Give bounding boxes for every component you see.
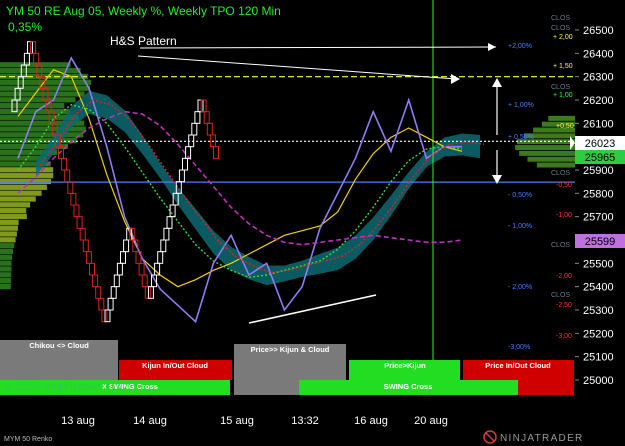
- profile-bar: [0, 173, 54, 179]
- x-tick-label: 13 aug: [61, 415, 95, 427]
- profile-bar-right: [519, 150, 575, 156]
- svg-text:CLOS: CLOS: [551, 242, 570, 249]
- svg-text:CLOS: CLOS: [551, 15, 570, 22]
- chart-title: YM 50 RE Aug 05, Weekly %, Weekly TPO 12…: [6, 4, 281, 18]
- svg-text:+ 1,50: + 1,50: [553, 63, 573, 70]
- profile-bar: [0, 254, 13, 260]
- svg-text:-3,00: -3,00: [556, 333, 572, 340]
- pct-plus-1: + 1,00%: [508, 102, 534, 109]
- signal-price-in-out-label: Price In/Out Cloud: [485, 361, 551, 370]
- svg-text:CLOS: CLOS: [551, 25, 570, 32]
- profile-bar: [0, 266, 12, 272]
- signal-price-kijun-label: Price>Kijun: [384, 361, 426, 370]
- profile-bar: [0, 208, 27, 214]
- level-price-text: 25599: [585, 236, 616, 248]
- trading-chart[interactable]: H&S Pattern +2,00% + 1,00% + 0,50% - 0,5…: [0, 0, 625, 446]
- profile-bar-right: [536, 162, 575, 168]
- profile-bar: [0, 272, 12, 278]
- hs-pattern-label: H&S Pattern: [110, 34, 177, 48]
- last-price-text: 26023: [585, 138, 616, 150]
- signal-price-kijun-cloud-label: Price>> Kijun & Cloud: [251, 345, 330, 354]
- signal-chikou-label: Chikou <> Cloud: [29, 341, 89, 350]
- profile-bar-right: [527, 156, 575, 162]
- pct-plus-05: + 0,50%: [508, 134, 534, 141]
- profile-bar: [0, 97, 76, 103]
- svg-text:-2,50: -2,50: [556, 302, 572, 309]
- change-percent: 0,35%: [8, 20, 42, 34]
- profile-bar: [0, 178, 52, 185]
- copyright-text: © 2019 NinjaTrader, LLC: [4, 381, 125, 393]
- profile-bar: [0, 237, 16, 243]
- profile-bar: [0, 243, 15, 249]
- y-tick-label: 26400: [583, 48, 614, 60]
- profile-bar: [0, 278, 12, 284]
- svg-text:+ 2,00: + 2,00: [553, 34, 573, 41]
- x-tick-label: 14 aug: [133, 415, 167, 427]
- y-tick-label: 25300: [583, 305, 614, 317]
- x-tick-label: 15 aug: [220, 415, 254, 427]
- y-tick-label: 25400: [583, 282, 614, 294]
- profile-bar: [0, 202, 31, 208]
- y-tick-label: 26500: [583, 25, 614, 37]
- svg-text:-2,00: -2,00: [556, 273, 572, 280]
- x-tick-label: 13:32: [291, 415, 319, 427]
- svg-text:+ 1,00: + 1,00: [553, 92, 573, 99]
- y-tick-label: 26100: [583, 118, 614, 130]
- profile-bar: [0, 138, 77, 144]
- profile-bar: [0, 103, 65, 109]
- y-tick-label: 25800: [583, 188, 614, 200]
- svg-text:CLOS: CLOS: [551, 84, 570, 91]
- profile-bar: [0, 126, 86, 132]
- profile-bar: [0, 225, 18, 231]
- signal-kijun-label: Kijun In/Out Cloud: [142, 361, 208, 370]
- pct-minus-3: -3,00%: [508, 344, 530, 351]
- instrument-label: MYM 50 Renko: [4, 436, 52, 443]
- y-tick-label: 25900: [583, 165, 614, 177]
- brand-text: NINJATRADER: [500, 433, 584, 444]
- profile-bar-right: [548, 115, 575, 121]
- pct-plus-2: +2,00%: [508, 43, 532, 50]
- y-tick-label: 25100: [583, 352, 614, 364]
- y-tick-label: 25000: [583, 375, 614, 387]
- svg-text:CLOS: CLOS: [551, 292, 570, 299]
- profile-bar: [0, 68, 81, 74]
- pct-minus-05: - 0,50%: [508, 192, 532, 199]
- y-tick-label: 25500: [583, 258, 614, 270]
- profile-bar: [0, 196, 36, 202]
- svg-text:-1,00: -1,00: [556, 212, 572, 219]
- y-tick-label: 26200: [583, 95, 614, 107]
- profile-bar: [0, 248, 14, 255]
- profile-bar: [0, 260, 12, 266]
- x-tick-label: 16 aug: [354, 415, 388, 427]
- svg-text:CLOS: CLOS: [551, 170, 570, 177]
- profile-bar: [0, 231, 17, 237]
- profile-bar: [0, 213, 27, 220]
- close-price-text: 25965: [585, 152, 616, 164]
- y-tick-label: 25700: [583, 212, 614, 224]
- pct-minus-2: - 2,00%: [508, 284, 532, 291]
- pct-minus-1: - 1,00%: [508, 223, 532, 230]
- signal-swing-label: SWING Cross: [384, 382, 433, 391]
- y-tick-label: 26300: [583, 72, 614, 84]
- y-tick-label: 25200: [583, 328, 614, 340]
- profile-bar: [0, 91, 85, 97]
- x-tick-label: 20 aug: [414, 415, 448, 427]
- profile-bar-right: [515, 145, 575, 151]
- profile-bar: [0, 219, 19, 225]
- svg-text:+0,50: +0,50: [556, 123, 574, 130]
- profile-bar: [0, 283, 11, 290]
- svg-text:-0,50: -0,50: [556, 182, 572, 189]
- profile-bar: [0, 167, 54, 173]
